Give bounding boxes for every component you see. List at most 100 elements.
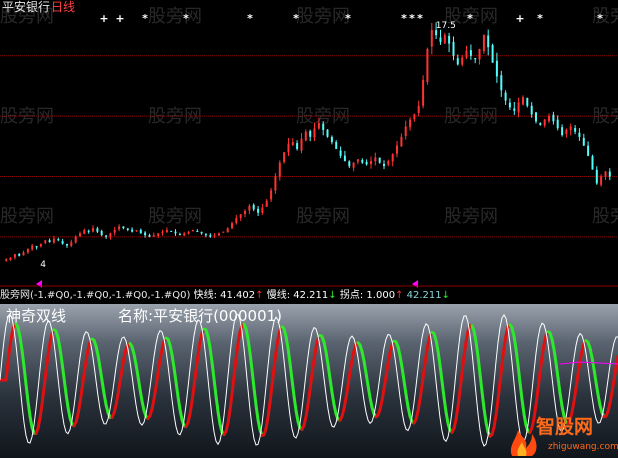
candle-body [517,102,520,113]
slow-line-segment [28,414,34,429]
slow-line-segment [156,358,162,375]
slow-line-segment [42,369,48,390]
candle-body [409,119,412,128]
candle-body [61,241,64,244]
slow-line-segment [444,410,450,425]
slow-line-segment [592,367,598,384]
turn-point-label: 拐点: [339,290,364,301]
slow-line-segment [56,336,62,351]
slow-line-segment [64,392,70,409]
candle-body [165,230,168,233]
slow-line-segment [550,337,556,351]
slow-line-segment [366,384,372,399]
slow-line-segment [368,395,374,409]
slow-line-segment [462,340,468,358]
candle-body [422,79,425,106]
candle-body [448,35,451,44]
slow-line-segment [96,353,102,369]
slow-line-segment [454,405,460,422]
slow-line-segment [596,393,602,407]
slow-line-segment [270,366,276,387]
slow-line-segment [422,354,428,372]
candle-body [278,162,281,177]
candle-body [508,102,511,108]
slow-line-segment [442,395,448,414]
candle-body [513,108,516,111]
candle-body [226,228,229,233]
slow-line-segment [194,353,200,372]
slow-line-segment [464,329,470,344]
candle [422,75,425,109]
slow-line-segment [244,327,250,341]
candle-body [244,211,246,215]
slow-line-segment [460,354,466,375]
candle-body [83,230,86,234]
slow-line-segment [102,391,108,407]
slow-line-segment [84,348,90,363]
candle-body [578,132,581,137]
slow-line-segment [24,382,30,403]
candle-body [44,240,47,243]
slow-line-segment [290,378,296,398]
candle-body [348,161,351,167]
candle-body [600,176,603,185]
slow-line-segment [540,343,546,359]
name-label: 名称: [118,307,154,325]
slow-line-segment [294,409,300,423]
candle-body [39,243,42,247]
slow-line-segment [434,338,440,353]
slow-line-segment [176,395,182,412]
slow-line-segment [170,353,176,370]
candle-body [548,116,550,122]
candle-body [52,238,55,243]
candle-body [439,37,442,42]
slow-line-segment [516,363,522,384]
slow-line-segment [60,361,66,380]
candle-body [608,171,611,177]
status-source: 股旁网 [0,290,30,301]
candle-body [261,207,264,213]
candle-body [274,176,277,191]
turn-arrow-up-icon: ↑ [395,290,404,301]
indicator-title: 神奇双线 [6,307,67,325]
slow-line-segment [552,348,558,365]
slow-line-segment [192,368,198,388]
slow-line-segment [154,371,160,388]
candle-body [500,75,503,91]
watermark-text: 股旁网 [296,6,350,27]
candle-body [126,228,129,230]
candle-body [191,230,194,232]
slow-line-segment [534,387,540,407]
slow-line-segment [438,363,444,383]
slow-line-segment [362,359,368,375]
candle-body [200,231,203,234]
slow-line-segment [266,401,272,419]
candle-body [122,226,125,229]
candle-body [213,235,216,237]
candle-body [330,136,333,142]
candle-body [5,259,8,261]
slow-line-segment [574,372,580,390]
slow-line-segment [206,334,212,349]
slow-line-segment [196,340,202,357]
candle-body [144,232,147,236]
slow-line-segment [344,383,350,400]
slow-line-segment [494,398,500,417]
candle-body [595,169,598,184]
candle [222,231,225,233]
candle-body [209,235,212,237]
slow-line-segment [608,390,614,405]
candle-body [487,35,490,48]
slow-line-segment [382,374,388,391]
slow-arrow-down-icon: ↓ [328,290,337,301]
slow-line-segment [304,403,310,419]
slow-line-segment [502,333,508,350]
candle-body [322,123,325,130]
candle-body [26,248,29,253]
slow-line-segment [76,401,82,416]
candle-body [174,231,177,234]
candle-body [270,190,273,200]
candle-body [365,161,368,165]
candle-body [391,154,394,162]
slow-line-segment [188,400,194,416]
